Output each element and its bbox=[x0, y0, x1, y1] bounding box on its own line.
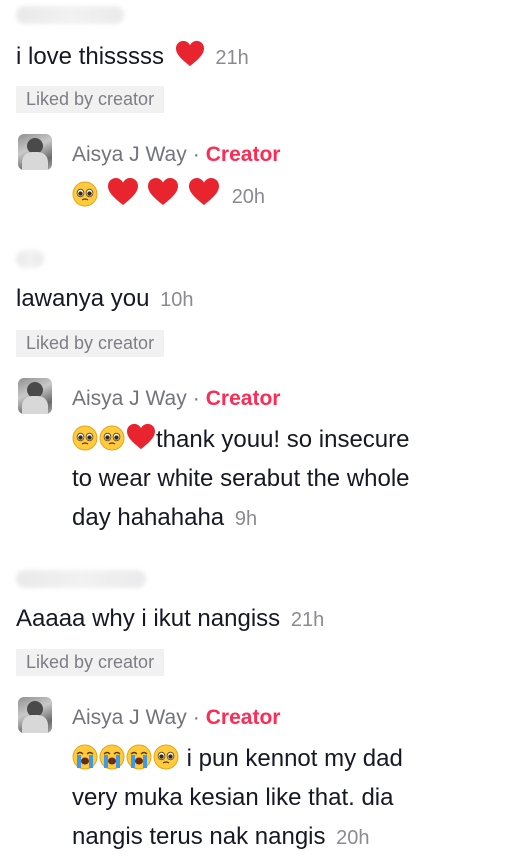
comment-text[interactable]: lawanya you 10h bbox=[16, 284, 193, 315]
comment-time: 10h bbox=[160, 289, 194, 311]
reply-header: Aisya J Way · Creator bbox=[72, 705, 280, 731]
heart-emoji-icon bbox=[146, 177, 180, 205]
creator-tag: Creator bbox=[205, 143, 281, 166]
comment-body: lawanya you bbox=[16, 285, 150, 312]
reply-line-2: to wear white serabut the whole bbox=[72, 465, 410, 492]
crying-face-icon bbox=[72, 744, 98, 770]
pleading-face-icon bbox=[153, 744, 179, 770]
reply-author[interactable]: Aisya J Way bbox=[72, 387, 187, 410]
comment-time: 21h bbox=[215, 47, 249, 69]
crying-face-icon bbox=[126, 744, 152, 770]
reply-line-2: very muka kesian like that. dia bbox=[72, 784, 394, 811]
comment-body: i love thisssss bbox=[16, 43, 165, 70]
separator-dot: · bbox=[192, 706, 200, 729]
pleading-face-icon bbox=[72, 425, 98, 451]
separator-dot: · bbox=[192, 387, 200, 410]
creator-avatar[interactable] bbox=[18, 697, 52, 733]
reply-header: Aisya J Way · Creator bbox=[72, 142, 280, 168]
crying-face-icon bbox=[99, 744, 125, 770]
heart-emoji-icon bbox=[187, 177, 221, 205]
comment-body: Aaaaa why i ikut nangiss bbox=[16, 605, 281, 632]
separator-dot: · bbox=[192, 143, 200, 166]
reply-time: 20h bbox=[336, 827, 370, 849]
blurred-username[interactable] bbox=[16, 250, 44, 268]
blurred-username[interactable] bbox=[16, 570, 146, 588]
reply-author[interactable]: Aisya J Way bbox=[72, 706, 187, 729]
reply-header: Aisya J Way · Creator bbox=[72, 386, 280, 412]
reply-line-1: thank youu! so insecure bbox=[156, 426, 410, 453]
liked-by-creator-badge: Liked by creator bbox=[16, 330, 165, 357]
liked-by-creator-badge: Liked by creator bbox=[16, 86, 165, 113]
blurred-username[interactable] bbox=[16, 6, 124, 24]
comment-time: 21h bbox=[290, 609, 325, 631]
heart-emoji-icon bbox=[175, 40, 205, 68]
reply-line-3: day hahahaha bbox=[72, 504, 225, 531]
creator-tag: Creator bbox=[205, 706, 281, 729]
comment-text[interactable]: Aaaaa why i ikut nangiss 21h bbox=[16, 604, 324, 635]
reply-body[interactable]: thank youu! so insecure to wear white se… bbox=[72, 420, 512, 539]
reply-line-1: i pun kennot my dad bbox=[180, 745, 403, 772]
pleading-face-icon bbox=[72, 181, 98, 207]
pleading-face-icon bbox=[99, 425, 125, 451]
reply-body[interactable]: 20h bbox=[72, 176, 512, 217]
reply-time: 9h bbox=[234, 508, 258, 530]
heart-emoji-icon bbox=[126, 423, 156, 451]
creator-avatar[interactable] bbox=[18, 378, 52, 414]
reply-author[interactable]: Aisya J Way bbox=[72, 143, 187, 166]
reply-line-3: nangis terus nak nangis bbox=[72, 823, 326, 850]
comment-thread: i love thisssss 21h Liked by creator Ais… bbox=[0, 0, 530, 862]
creator-tag: Creator bbox=[205, 387, 281, 410]
comment-text[interactable]: i love thisssss 21h bbox=[16, 40, 249, 73]
creator-avatar[interactable] bbox=[18, 134, 52, 170]
liked-by-creator-badge: Liked by creator bbox=[16, 649, 165, 676]
heart-emoji-icon bbox=[106, 177, 140, 205]
reply-body[interactable]: i pun kennot my dad very muka kesian lik… bbox=[72, 739, 512, 858]
reply-time: 20h bbox=[231, 186, 266, 208]
